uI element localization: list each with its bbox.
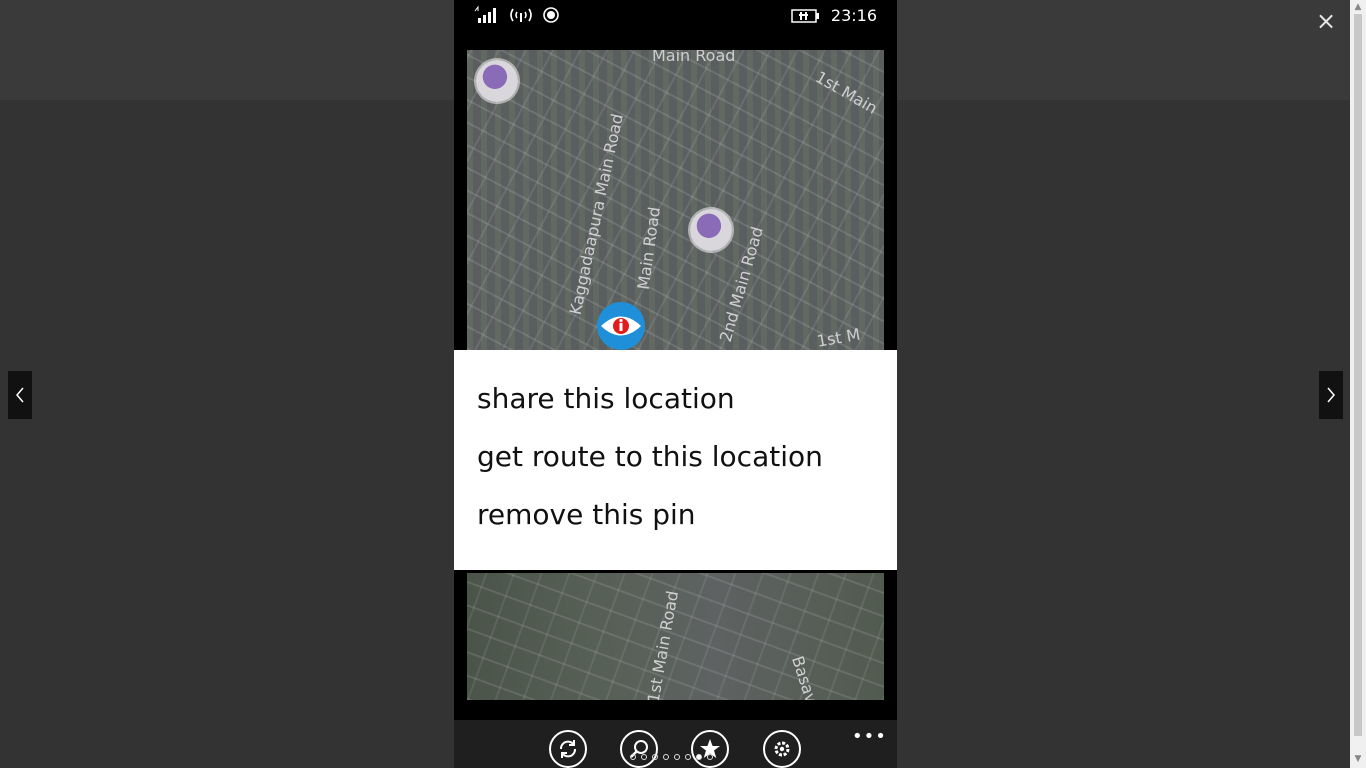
- phone-screenshot: 23:16 Main Road 1st Main Kaggadaapura Ma…: [454, 0, 897, 768]
- scroll-up-icon[interactable]: ▲: [1353, 2, 1363, 12]
- map-road-label: Kaggadaapura Main Road: [565, 111, 627, 317]
- map-road-label: Main Road: [633, 205, 665, 291]
- page-dot[interactable]: [663, 754, 669, 760]
- refresh-button[interactable]: [549, 730, 587, 768]
- more-options-button[interactable]: •••: [852, 726, 887, 747]
- previous-image-button[interactable]: [8, 371, 32, 419]
- photo-pin[interactable]: [690, 209, 732, 251]
- refresh-icon: [560, 740, 576, 758]
- map-road-label: 1st M: [815, 324, 862, 350]
- get-route-menu-item[interactable]: get route to this location: [477, 440, 823, 473]
- context-menu: share this location get route to this lo…: [454, 350, 897, 570]
- clock: 23:16: [830, 6, 877, 25]
- settings-button[interactable]: [763, 730, 801, 768]
- status-bar: 23:16: [454, 0, 897, 32]
- map-road-label: Basav: [787, 653, 821, 700]
- page-dot[interactable]: [674, 754, 680, 760]
- gear-icon: [774, 741, 790, 757]
- map-road-label: Main Road: [652, 50, 736, 65]
- scrollbar-thumb[interactable]: [1354, 14, 1362, 736]
- map-view[interactable]: Main Road 1st Main Kaggadaapura Main Roa…: [467, 50, 884, 350]
- page-dot[interactable]: [641, 754, 647, 760]
- next-image-button[interactable]: [1319, 371, 1343, 419]
- page-dot[interactable]: [685, 754, 691, 760]
- map-view-lower[interactable]: 1st Main Road Basav: [467, 573, 884, 700]
- page-dot[interactable]: [652, 754, 658, 760]
- close-button[interactable]: ×: [1314, 8, 1338, 34]
- share-location-menu-item[interactable]: share this location: [477, 382, 735, 415]
- map-road-label: 1st Main Road: [643, 589, 683, 700]
- scrollbar[interactable]: ▲ ▼: [1350, 0, 1366, 768]
- scroll-down-icon[interactable]: ▼: [1353, 754, 1363, 764]
- location-icon: [543, 7, 559, 23]
- chevron-right-icon: [1327, 387, 1335, 403]
- battery-icon: [791, 8, 819, 23]
- search-button[interactable]: [620, 730, 658, 768]
- page-dot-active[interactable]: [696, 754, 702, 760]
- favorites-button[interactable]: [691, 730, 729, 768]
- photo-pin[interactable]: [476, 60, 518, 102]
- page-indicator: [630, 754, 713, 760]
- page-dot[interactable]: [630, 754, 636, 760]
- map-road-label: 1st Main: [812, 67, 881, 118]
- location-pin[interactable]: [597, 302, 645, 350]
- app-bar: •••: [454, 720, 897, 768]
- signal-icon: [474, 6, 496, 23]
- chevron-left-icon: [16, 387, 24, 403]
- eye-icon: [601, 316, 641, 336]
- page-dot[interactable]: [707, 754, 713, 760]
- wifi-icon: [510, 8, 532, 22]
- remove-pin-menu-item[interactable]: remove this pin: [477, 498, 696, 531]
